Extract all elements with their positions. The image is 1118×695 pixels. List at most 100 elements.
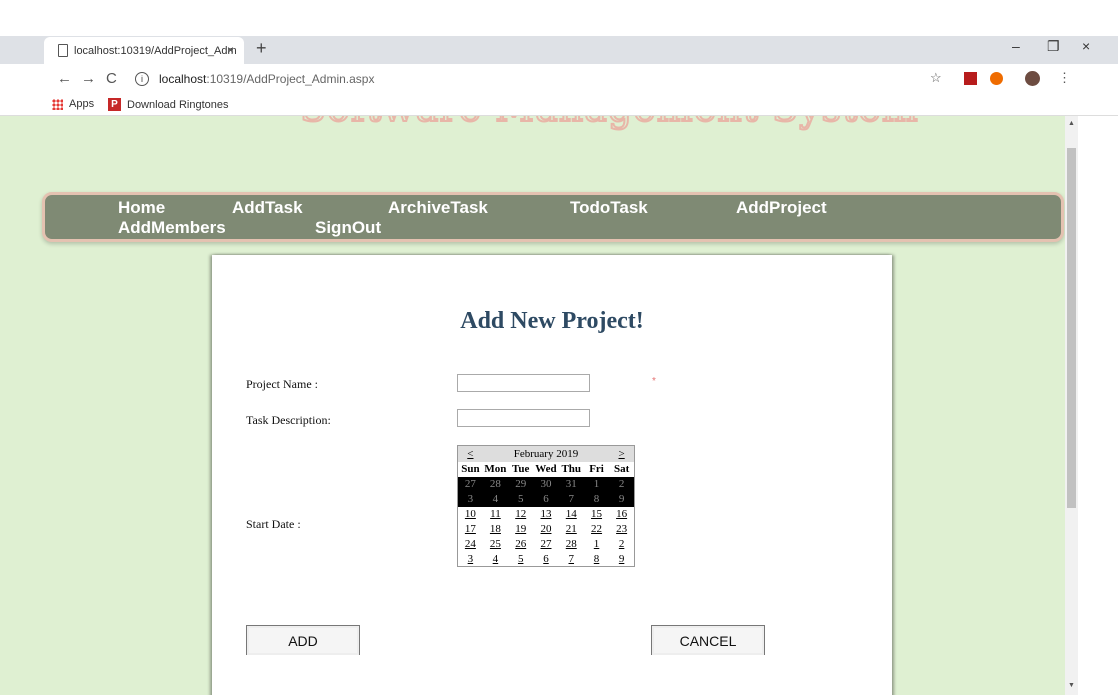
calendar-day-header: Sat — [613, 463, 630, 475]
calendar-week-row: 27 28 29 30 31 1 2 — [457, 476, 635, 492]
page-title: Add New Project! — [460, 308, 644, 334]
menu-home[interactable]: Home — [118, 198, 165, 218]
tab-title: localhost:10319/AddProject_Adm — [74, 44, 237, 57]
calendar-date: 6 — [543, 493, 549, 505]
calendar-date: 31 — [565, 478, 577, 490]
calendar-date[interactable]: 9 — [619, 553, 625, 565]
task-description-input[interactable] — [457, 409, 590, 427]
forward-icon[interactable]: → — [81, 70, 96, 87]
calendar-week-row: 17 18 19 20 21 22 23 — [458, 522, 635, 537]
calendar-date: 7 — [568, 493, 575, 505]
start-date-calendar: < February 2019 > Sun Mon Tue Wed Thu Fri Sat … — [457, 445, 635, 567]
browser-menu-icon[interactable]: ⋮ — [1058, 70, 1071, 86]
minimize-icon[interactable]: – — [1012, 38, 1020, 54]
calendar-week-row: 3 4 5 6 7 8 9 — [457, 491, 635, 507]
pdf-extension-icon[interactable] — [964, 72, 977, 85]
calendar-prev-month[interactable]: < — [457, 445, 483, 462]
calendar-date[interactable]: 10 — [465, 508, 476, 520]
extension-icon[interactable] — [990, 72, 1003, 85]
calendar-month-title: February 2019 — [482, 445, 610, 462]
maximize-icon[interactable]: ❐ — [1047, 38, 1060, 55]
calendar-day-header: Sun — [461, 463, 480, 475]
calendar-date[interactable]: 17 — [465, 523, 476, 535]
menu-addtask[interactable]: AddTask — [232, 198, 303, 218]
main-menu: Home AddTask ArchiveTask TodoTask AddPro… — [42, 192, 1064, 242]
site-info-icon[interactable]: i — [135, 72, 149, 86]
calendar-date: 1 — [593, 478, 600, 490]
bookmark-apps[interactable]: Apps — [52, 98, 94, 110]
url-field[interactable]: i localhost:10319/AddProject_Admin.aspx — [135, 67, 955, 91]
calendar-date[interactable]: 5 — [518, 553, 524, 565]
url-path: :10319/AddProject_Admin.aspx — [206, 72, 375, 86]
menu-addproject[interactable]: AddProject — [736, 198, 827, 218]
calendar-date[interactable]: 16 — [616, 508, 627, 520]
menu-signout[interactable]: SignOut — [315, 218, 381, 238]
scroll-down-icon[interactable]: ▼ — [1068, 682, 1075, 689]
cancel-button[interactable]: CANCEL — [651, 625, 765, 655]
new-tab-button[interactable]: + — [256, 38, 267, 59]
bookmarks-bar: Apps P Download Ringtones — [0, 94, 1118, 116]
calendar-date[interactable]: 15 — [591, 508, 602, 520]
calendar-date[interactable]: 20 — [540, 523, 551, 535]
calendar-day-header: Fri — [589, 463, 604, 475]
calendar-date[interactable]: 11 — [490, 508, 501, 520]
page-icon — [58, 44, 68, 57]
menu-addmembers[interactable]: AddMembers — [118, 218, 226, 238]
calendar-date[interactable]: 3 — [468, 553, 474, 565]
calendar-date[interactable]: 2 — [619, 538, 625, 550]
calendar-date[interactable]: 1 — [594, 538, 600, 550]
window-close-icon[interactable]: × — [1082, 38, 1090, 54]
calendar-date: 9 — [618, 493, 625, 505]
calendar-date: 8 — [593, 493, 600, 505]
site-banner-title: Software Management System — [299, 116, 919, 131]
calendar-date: 3 — [467, 493, 474, 505]
url-host: localhost — [159, 72, 207, 86]
calendar-date: 4 — [492, 493, 499, 505]
menu-todotask[interactable]: TodoTask — [570, 198, 648, 218]
calendar-date[interactable]: 21 — [566, 523, 577, 535]
calendar-date: 2 — [618, 478, 625, 490]
calendar-date[interactable]: 19 — [515, 523, 526, 535]
calendar-next-month[interactable]: > — [609, 445, 635, 462]
calendar-date[interactable]: 7 — [569, 553, 575, 565]
ringtones-logo-icon: P — [108, 98, 121, 111]
calendar-date: 28 — [489, 478, 501, 490]
task-description-label: Task Description: — [246, 413, 331, 427]
vertical-scrollbar[interactable]: ▲ ▼ — [1065, 116, 1078, 695]
scrollbar-thumb[interactable] — [1067, 148, 1076, 508]
browser-tab[interactable]: localhost:10319/AddProject_Adm × — [44, 37, 244, 64]
project-name-input[interactable] — [457, 374, 590, 392]
menu-archivetask[interactable]: ArchiveTask — [388, 198, 488, 218]
calendar-date[interactable]: 14 — [566, 508, 577, 520]
calendar-date[interactable]: 12 — [515, 508, 526, 520]
calendar-date[interactable]: 4 — [493, 553, 499, 565]
add-button[interactable]: ADD — [246, 625, 360, 655]
calendar-date[interactable]: 26 — [515, 538, 526, 550]
calendar-day-header: Mon — [484, 463, 507, 475]
calendar-date: 29 — [515, 478, 527, 490]
start-date-label: Start Date : — [246, 517, 301, 531]
bookmark-label: Download Ringtones — [127, 98, 229, 111]
reload-icon[interactable]: C — [106, 70, 117, 87]
calendar-day-header: Thu — [561, 463, 582, 475]
calendar-date: 30 — [540, 478, 552, 490]
tab-close-icon[interactable]: × — [227, 43, 234, 57]
calendar-date[interactable]: 25 — [490, 538, 501, 550]
calendar-date[interactable]: 13 — [540, 508, 551, 520]
profile-avatar[interactable] — [1025, 71, 1040, 86]
calendar-date[interactable]: 23 — [616, 523, 627, 535]
calendar-date[interactable]: 6 — [543, 553, 549, 565]
calendar-date[interactable]: 24 — [465, 538, 476, 550]
calendar-date[interactable]: 28 — [566, 538, 577, 550]
bookmark-star-icon[interactable]: ☆ — [930, 70, 942, 86]
calendar-date[interactable]: 8 — [594, 553, 600, 565]
calendar-day-header: Tue — [512, 463, 530, 475]
calendar-date[interactable]: 22 — [591, 523, 602, 535]
calendar-day-header: Wed — [535, 463, 557, 475]
bookmark-download-ringtones[interactable]: P Download Ringtones — [108, 98, 229, 111]
scroll-up-icon[interactable]: ▲ — [1068, 120, 1075, 127]
calendar-date[interactable]: 27 — [540, 538, 551, 550]
calendar-date[interactable]: 18 — [490, 523, 501, 535]
back-icon[interactable]: ← — [57, 70, 72, 87]
calendar-date: 5 — [517, 493, 524, 505]
